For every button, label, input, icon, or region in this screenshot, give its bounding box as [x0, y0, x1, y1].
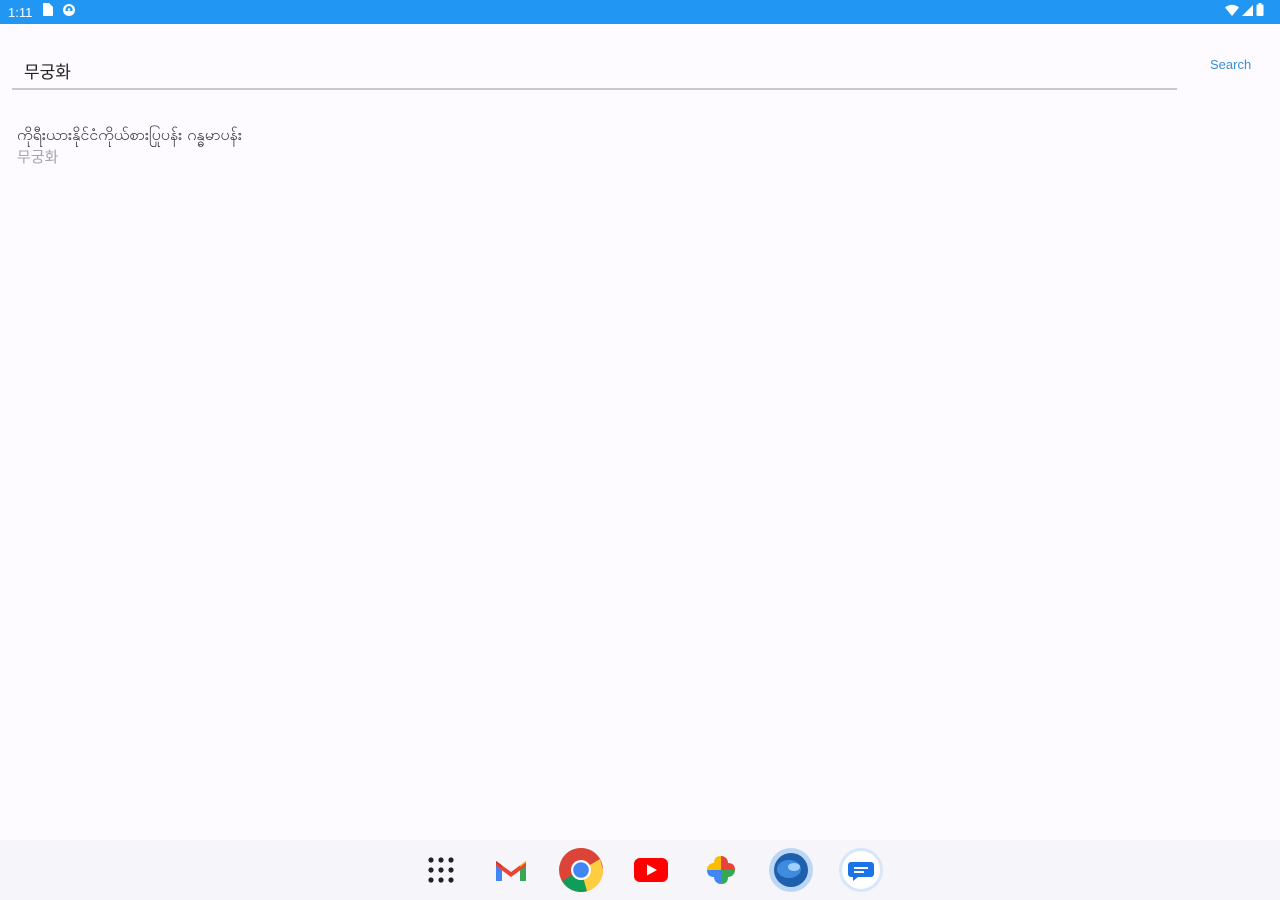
- cellular-signal-icon: [1242, 3, 1253, 21]
- wifi-icon: [1225, 3, 1239, 21]
- vpn-icon: [62, 3, 76, 22]
- search-button[interactable]: Search: [1206, 55, 1255, 74]
- chrome-icon[interactable]: [558, 847, 604, 893]
- gmail-icon[interactable]: [488, 847, 534, 893]
- app-drawer-icon[interactable]: [418, 847, 464, 893]
- photos-icon[interactable]: [698, 847, 744, 893]
- status-bar: 1:11: [0, 0, 1280, 24]
- battery-icon: [1256, 3, 1264, 21]
- result-title: ကိုရီးယားနိုင်ငံကိုယ်စားပြုပန်း ဂန္ဓမာပန…: [17, 125, 242, 144]
- globe-app-icon[interactable]: [768, 847, 814, 893]
- youtube-icon[interactable]: [628, 847, 674, 893]
- search-input[interactable]: [12, 52, 1177, 90]
- status-time: 1:11: [8, 4, 33, 20]
- messages-icon[interactable]: [838, 847, 884, 893]
- dock: [418, 846, 884, 894]
- search-bar: [12, 52, 1177, 92]
- list-item[interactable]: ကိုရီးယားနိုင်ငံကိုယ်စားပြုပန်း ဂန္ဓမာပန…: [17, 124, 717, 168]
- screen: 1:11 Search ကိုရီးယားနိုင်ငံကိုယ်စ: [0, 0, 1280, 900]
- sim-card-icon: [42, 3, 54, 21]
- result-subtitle: 무궁화: [17, 148, 59, 166]
